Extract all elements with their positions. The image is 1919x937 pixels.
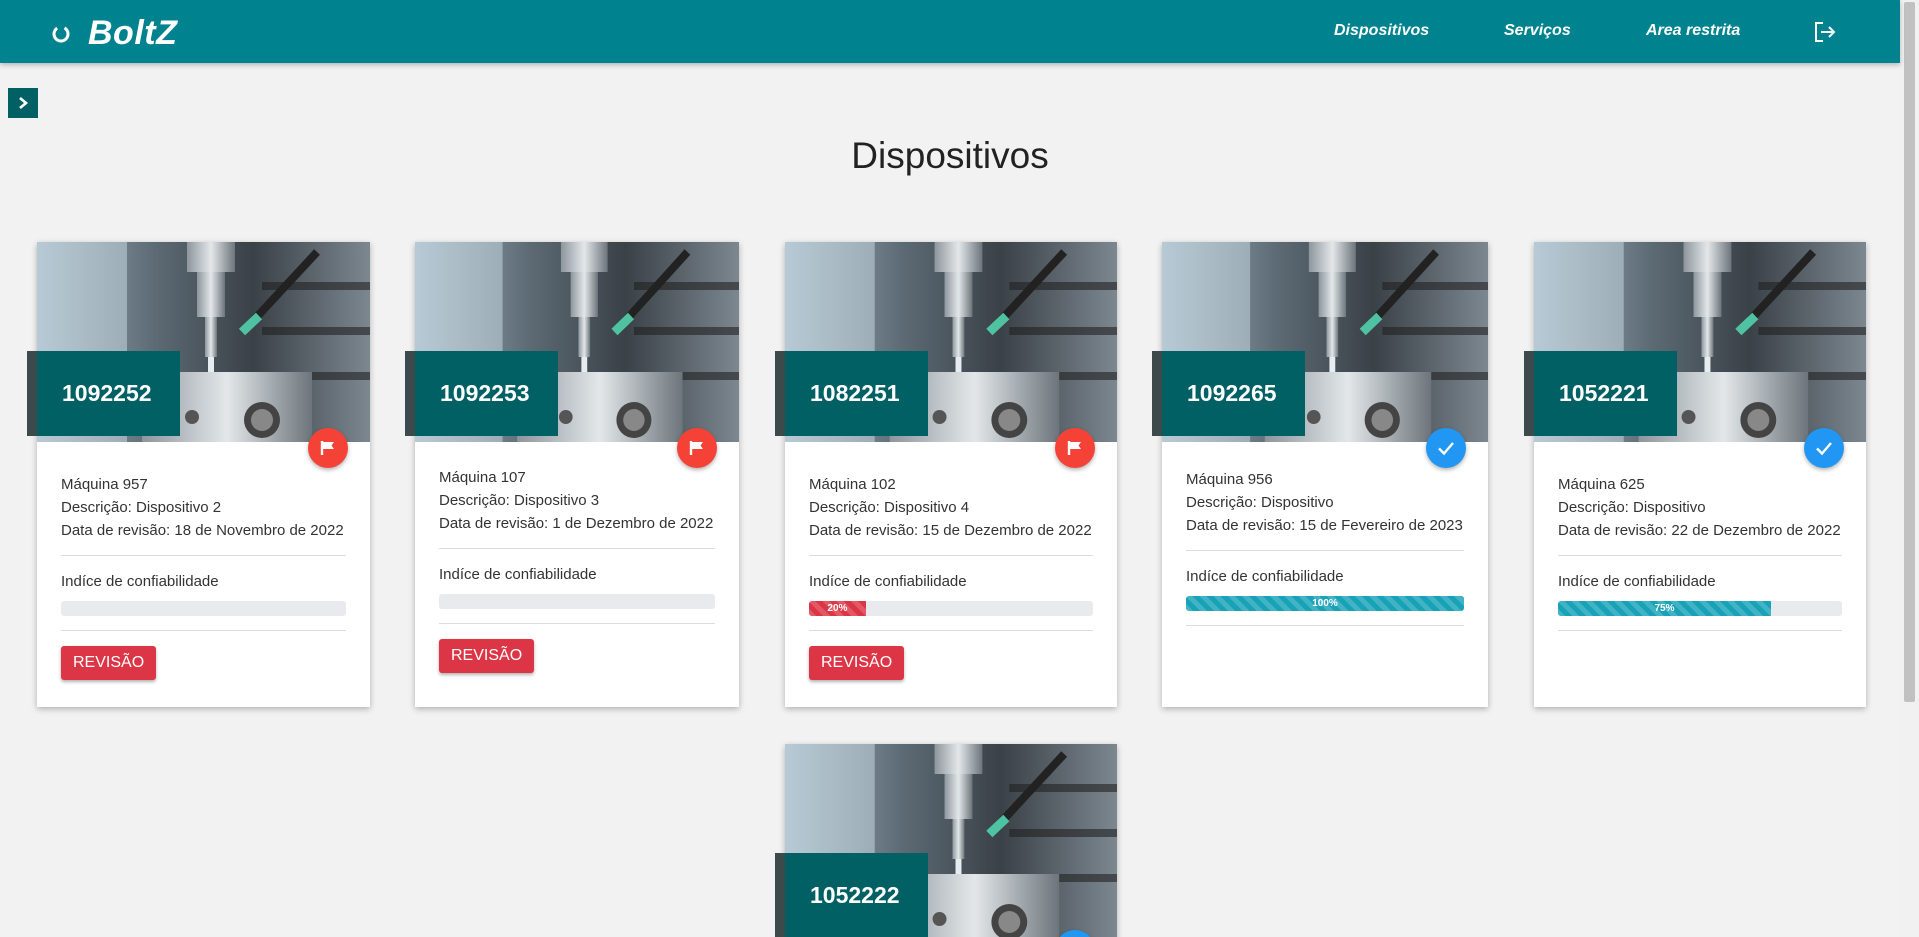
device-card: 1082251 Máquina 102 Descrição: Dispositivo…	[785, 242, 1117, 707]
divider	[61, 630, 346, 631]
reliability-progress-bar: 20%	[809, 601, 1093, 616]
device-description: Descrição: Dispositivo	[1186, 494, 1334, 511]
nav-dispositivos[interactable]: Dispositivos	[1334, 22, 1429, 40]
review-date: Data de revisão: 18 de Novembro de 2022	[61, 522, 344, 539]
reliability-label: Indíce de confiabilidade	[1186, 568, 1344, 585]
flag-icon	[308, 428, 348, 468]
reliability-label: Indíce de confiabilidade	[809, 573, 967, 590]
device-description: Descrição: Dispositivo	[1558, 499, 1706, 516]
nav-servicos[interactable]: Serviços	[1504, 22, 1571, 40]
reliability-progress-bar: 100%	[1186, 596, 1464, 611]
reliability-progress-fill: 100%	[1186, 596, 1464, 611]
divider	[809, 555, 1093, 556]
divider	[1186, 625, 1464, 626]
review-date: Data de revisão: 15 de Dezembro de 2022	[809, 522, 1092, 539]
check-icon	[1804, 428, 1844, 468]
flag-icon	[1055, 428, 1095, 468]
sidebar-toggle-button[interactable]	[8, 88, 38, 118]
divider	[439, 548, 715, 549]
reliability-label: Indíce de confiabilidade	[1558, 573, 1716, 590]
device-card: 1092253 Máquina 107 Descrição: Dispositivo…	[415, 242, 739, 707]
reliability-progress-bar: 75%	[1558, 601, 1842, 616]
device-description: Descrição: Dispositivo 2	[61, 499, 222, 516]
device-card: 1092252 Máquina 957 Descrição: Dispositivo…	[37, 242, 370, 707]
review-date: Data de revisão: 22 de Dezembro de 2022	[1558, 522, 1841, 539]
review-button[interactable]: REVISÃO	[439, 639, 535, 673]
check-icon	[1426, 428, 1466, 468]
page-title: Dispositivos	[851, 135, 1049, 176]
card-body: Máquina 102 Descrição: Dispositivo 4 Data …	[809, 473, 1093, 680]
reliability-progress-bar	[439, 594, 715, 609]
page-scrollbar[interactable]	[1900, 0, 1919, 937]
top-navbar: BoltZ Dispositivos Serviços Area restrit…	[0, 0, 1900, 63]
brand[interactable]: BoltZ	[50, 14, 177, 53]
scrollbar-thumb[interactable]	[1904, 2, 1915, 702]
device-card: 1092265 Máquina 956 Descrição: Dispositivo…	[1162, 242, 1488, 707]
machine-name: Máquina 957	[61, 476, 148, 493]
card-body: Máquina 625 Descrição: Dispositivo Data de…	[1558, 473, 1842, 631]
device-id-badge: 1092265	[1162, 351, 1305, 436]
device-card: 1052221 Máquina 625 Descrição: Dispositivo…	[1534, 242, 1866, 707]
device-card: 1052222	[785, 744, 1117, 937]
divider	[1558, 630, 1842, 631]
divider	[61, 555, 346, 556]
card-body: Máquina 107 Descrição: Dispositivo 3 Data …	[439, 466, 715, 673]
review-button[interactable]: REVISÃO	[809, 646, 905, 680]
device-id-badge: 1082251	[785, 351, 928, 436]
machine-name: Máquina 625	[1558, 476, 1645, 493]
machine-name: Máquina 107	[439, 469, 526, 486]
reliability-percent: 100%	[1312, 598, 1338, 609]
review-date: Data de revisão: 15 de Fevereiro de 2023	[1186, 517, 1463, 534]
machine-name: Máquina 956	[1186, 471, 1273, 488]
review-date: Data de revisão: 1 de Dezembro de 2022	[439, 515, 714, 532]
reliability-progress-bar	[61, 601, 346, 616]
device-id-badge: 1092253	[415, 351, 558, 436]
reliability-progress-fill: 20%	[809, 601, 866, 616]
review-button[interactable]: REVISÃO	[61, 646, 157, 680]
device-description: Descrição: Dispositivo 3	[439, 492, 600, 509]
divider	[1186, 550, 1464, 551]
device-id-badge: 1052221	[1534, 351, 1677, 436]
card-body: Máquina 957 Descrição: Dispositivo 2 Data …	[61, 473, 346, 680]
spinner-logo-icon	[50, 23, 72, 45]
device-id-badge: 1092252	[37, 351, 180, 436]
reliability-label: Indíce de confiabilidade	[439, 566, 597, 583]
machine-name: Máquina 102	[809, 476, 896, 493]
device-description: Descrição: Dispositivo 4	[809, 499, 970, 516]
reliability-percent: 20%	[827, 603, 848, 614]
device-id-badge: 1052222	[785, 853, 928, 937]
divider	[439, 623, 715, 624]
card-body: Máquina 956 Descrição: Dispositivo Data de…	[1186, 468, 1464, 626]
flag-icon	[677, 428, 717, 468]
reliability-label: Indíce de confiabilidade	[61, 573, 219, 590]
brand-name: BoltZ	[88, 14, 178, 52]
divider	[809, 630, 1093, 631]
reliability-percent: 75%	[1654, 603, 1675, 614]
logout-icon[interactable]	[1812, 20, 1838, 44]
reliability-progress-fill: 75%	[1558, 601, 1771, 616]
chevron-right-icon	[19, 97, 29, 109]
nav-area-restrita[interactable]: Area restrita	[1646, 22, 1740, 40]
divider	[1558, 555, 1842, 556]
